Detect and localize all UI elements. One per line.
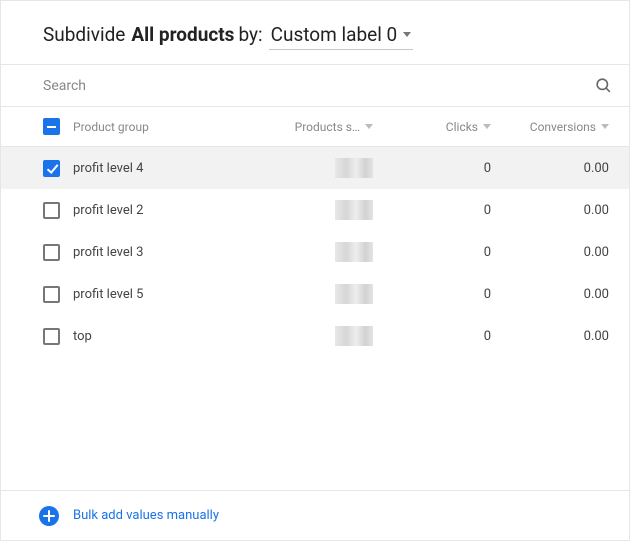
chevron-down-icon bbox=[403, 32, 411, 37]
cell-clicks: 0 bbox=[373, 161, 491, 176]
search-row[interactable]: Search bbox=[1, 64, 629, 107]
cell-product-group: top bbox=[73, 329, 243, 344]
search-icon[interactable] bbox=[594, 76, 613, 95]
footer: Bulk add values manually bbox=[1, 490, 629, 540]
subdivide-dimension-dropdown[interactable]: Custom label 0 bbox=[269, 23, 414, 50]
cell-product-group: profit level 4 bbox=[73, 161, 243, 176]
table-row[interactable]: profit level 4 00.00 bbox=[1, 147, 629, 189]
cell-clicks: 0 bbox=[373, 203, 491, 218]
blurred-value bbox=[335, 284, 373, 304]
table-header: Product group Products s… Clicks Convers… bbox=[1, 107, 629, 147]
cell-products bbox=[243, 200, 373, 220]
cell-product-group: profit level 2 bbox=[73, 203, 243, 218]
cell-conversions: 0.00 bbox=[491, 287, 609, 302]
col-conversions[interactable]: Conversions bbox=[491, 120, 609, 134]
bulk-add-link[interactable]: Bulk add values manually bbox=[73, 508, 219, 523]
cell-conversions: 0.00 bbox=[491, 161, 609, 176]
table-row[interactable]: profit level 3 00.00 bbox=[1, 231, 629, 273]
subdivide-dialog: Subdivide All products by: Custom label … bbox=[0, 0, 630, 541]
col-product-group[interactable]: Product group bbox=[73, 120, 243, 134]
cell-product-group: profit level 3 bbox=[73, 245, 243, 260]
blurred-value bbox=[335, 242, 373, 262]
cell-clicks: 0 bbox=[373, 245, 491, 260]
cell-products bbox=[243, 284, 373, 304]
subdivide-header: Subdivide All products by: Custom label … bbox=[1, 1, 629, 64]
search-input[interactable]: Search bbox=[43, 78, 594, 94]
col-products[interactable]: Products s… bbox=[243, 120, 373, 134]
subdivide-target: All products bbox=[131, 23, 234, 46]
cell-conversions: 0.00 bbox=[491, 245, 609, 260]
table-row[interactable]: top 00.00 bbox=[1, 315, 629, 357]
table-row[interactable]: profit level 2 00.00 bbox=[1, 189, 629, 231]
blurred-value bbox=[335, 200, 373, 220]
row-checkbox[interactable] bbox=[43, 328, 60, 345]
select-all-checkbox[interactable] bbox=[43, 118, 60, 135]
row-checkbox[interactable] bbox=[43, 160, 60, 177]
row-checkbox[interactable] bbox=[43, 244, 60, 261]
table-body: profit level 400.00profit level 200.00pr… bbox=[1, 147, 629, 490]
sort-caret-icon bbox=[601, 124, 609, 129]
plus-circle-icon[interactable] bbox=[39, 506, 59, 526]
cell-products bbox=[243, 242, 373, 262]
blurred-value bbox=[335, 158, 373, 178]
cell-conversions: 0.00 bbox=[491, 203, 609, 218]
sort-caret-icon bbox=[365, 124, 373, 129]
cell-products bbox=[243, 158, 373, 178]
subdivide-prefix: Subdivide bbox=[43, 23, 125, 46]
row-checkbox[interactable] bbox=[43, 202, 60, 219]
col-clicks[interactable]: Clicks bbox=[373, 120, 491, 134]
sort-caret-icon bbox=[483, 124, 491, 129]
table-row[interactable]: profit level 5 00.00 bbox=[1, 273, 629, 315]
subdivide-by-label: by: bbox=[238, 23, 262, 46]
row-checkbox[interactable] bbox=[43, 286, 60, 303]
cell-products bbox=[243, 326, 373, 346]
cell-product-group: profit level 5 bbox=[73, 287, 243, 302]
cell-conversions: 0.00 bbox=[491, 329, 609, 344]
cell-clicks: 0 bbox=[373, 329, 491, 344]
cell-clicks: 0 bbox=[373, 287, 491, 302]
blurred-value bbox=[335, 326, 373, 346]
dropdown-value: Custom label 0 bbox=[271, 23, 398, 46]
